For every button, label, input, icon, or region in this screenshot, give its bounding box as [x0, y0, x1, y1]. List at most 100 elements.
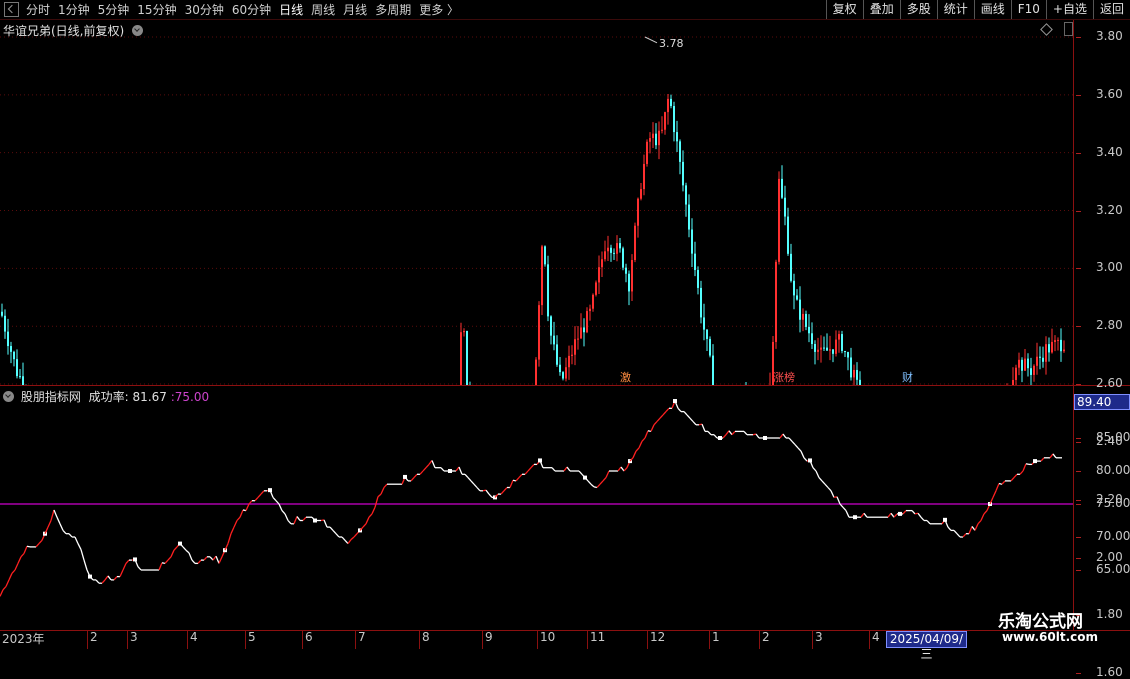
y-tick — [1076, 441, 1081, 443]
x-tick-label: 3 — [130, 630, 138, 644]
tab-fenshi[interactable]: 分时 — [26, 1, 50, 18]
indicator-segment — [821, 480, 826, 485]
indicator-current-value: 89.40 — [1074, 394, 1130, 410]
tab-1min[interactable]: 1分钟 — [58, 1, 90, 18]
draw-line-button[interactable]: 画线 — [973, 0, 1011, 19]
indicator-segment — [377, 493, 382, 498]
indicator-segment — [236, 516, 241, 521]
x-tick — [812, 631, 813, 649]
tab-30min[interactable]: 30分钟 — [185, 1, 224, 18]
indicator-segment — [1052, 453, 1057, 459]
event-badge-ji[interactable]: 激 — [619, 371, 632, 384]
candle-body — [649, 138, 651, 142]
indicator-segment — [344, 539, 349, 545]
multi-stock-button[interactable]: 多股 — [899, 0, 937, 19]
high-marker — [644, 36, 658, 44]
main-axis-border — [1073, 20, 1074, 385]
indicator-segment — [74, 536, 79, 544]
candle-body — [559, 364, 561, 373]
add-watchlist-button[interactable]: +自选 — [1045, 0, 1093, 19]
indicator-segment — [578, 470, 583, 475]
indicator-segment — [464, 473, 469, 479]
indicator-segment — [53, 509, 58, 518]
period-tabs: 分时 1分钟 5分钟 15分钟 30分钟 60分钟 日线 周线 月线 多周期 更… — [26, 0, 467, 19]
indicator-chart[interactable] — [0, 386, 1073, 630]
tab-5min[interactable]: 5分钟 — [98, 1, 130, 18]
candle-body — [619, 243, 621, 249]
tab-more[interactable]: 更多 〉 — [419, 1, 459, 18]
event-badge-cai[interactable]: 财 — [901, 371, 914, 384]
candle-body — [778, 178, 780, 262]
indicator-segment — [863, 512, 868, 518]
x-tick-label: 2 — [762, 630, 770, 644]
indicator-segment — [683, 411, 688, 416]
indicator-segment — [566, 466, 571, 472]
indicator-segment — [815, 470, 820, 478]
y-tick — [1076, 471, 1081, 472]
indicator-segment — [917, 512, 922, 518]
tab-weekly[interactable]: 周线 — [311, 1, 335, 18]
candlestick-chart[interactable]: 3.781.52 — [0, 20, 1073, 385]
tab-15min[interactable]: 15分钟 — [137, 1, 176, 18]
indicator-segment — [998, 482, 1003, 485]
candle-body — [595, 282, 597, 295]
y-tick — [1076, 673, 1081, 675]
indicator-segment — [332, 529, 337, 535]
back-button[interactable]: 返回 — [1092, 0, 1130, 19]
overlay-button[interactable]: 叠加 — [862, 0, 900, 19]
indicator-segment — [692, 421, 697, 426]
adjust-button[interactable]: 复权 — [825, 0, 863, 19]
candle-body — [1054, 340, 1056, 342]
candle-body — [586, 311, 588, 333]
indicator-segment — [383, 483, 388, 488]
x-tick-label: 5 — [248, 630, 256, 644]
f10-button[interactable]: F10 — [1010, 0, 1046, 19]
indicator-segment — [818, 477, 823, 482]
indicator-segment — [701, 423, 706, 432]
x-tick-label: 6 — [305, 630, 313, 644]
y-tick-label: 2.60 — [1096, 376, 1123, 391]
indicator-segment — [488, 493, 493, 498]
indicator-segment — [8, 573, 13, 581]
x-tick-label: 4 — [872, 630, 880, 644]
y-tick-label: 1.80 — [1096, 607, 1123, 622]
indicator-segment — [563, 466, 568, 472]
indicator-segment — [794, 444, 799, 449]
indicator-segment — [971, 526, 976, 531]
indicator-segment — [440, 467, 445, 472]
candle-body — [613, 252, 615, 254]
indicator-segment — [80, 549, 85, 561]
indicator-segment — [590, 483, 595, 488]
indicator-segment — [728, 430, 733, 436]
indicator-segment — [893, 513, 898, 518]
candle-body — [694, 253, 696, 271]
indicator-segment — [824, 483, 829, 488]
statistics-button[interactable]: 统计 — [936, 0, 974, 19]
indicator-segment — [272, 496, 277, 502]
candle-body — [622, 248, 624, 268]
candle-body — [547, 264, 549, 317]
indicator-segment — [827, 487, 832, 492]
indicator-segment — [284, 513, 289, 521]
indicator-segment — [5, 579, 10, 587]
candle-body — [589, 308, 591, 312]
indicator-segment — [38, 539, 43, 545]
candle-body — [574, 339, 576, 355]
candle-body — [673, 106, 675, 133]
tab-multi-period[interactable]: 多周期 — [375, 1, 411, 18]
event-badge-zhangbang[interactable]: 涨榜 — [772, 371, 796, 384]
tab-daily[interactable]: 日线 — [279, 1, 303, 18]
indicator-segment — [341, 536, 346, 541]
candle-body — [616, 243, 618, 254]
indicator-axis-border — [1073, 386, 1074, 630]
candle-body — [1039, 356, 1041, 358]
y-tick — [1076, 268, 1081, 270]
candle-body — [802, 313, 804, 320]
candle-body — [1012, 379, 1014, 385]
indicator-segment — [62, 529, 67, 535]
tab-monthly[interactable]: 月线 — [343, 1, 367, 18]
candle-body — [841, 334, 843, 351]
back-icon[interactable] — [4, 2, 19, 17]
tab-60min[interactable]: 60分钟 — [232, 1, 271, 18]
indicator-segment — [956, 533, 961, 538]
